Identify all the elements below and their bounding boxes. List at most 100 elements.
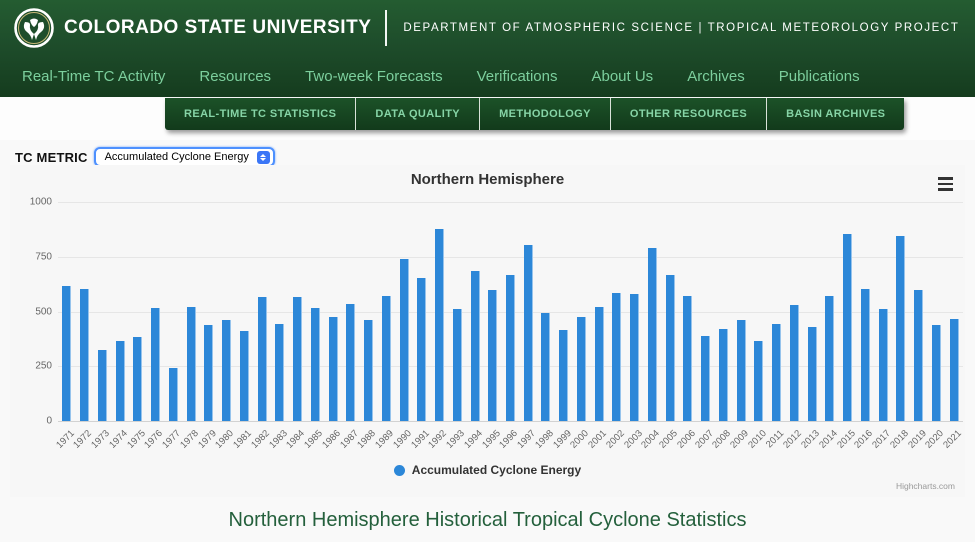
x-axis-label-1998: 1998 (533, 428, 556, 451)
bar-2014[interactable] (825, 295, 835, 421)
y-axis-label-1000: 1000 (29, 196, 52, 208)
bar-1993[interactable] (452, 308, 462, 421)
header-divider (385, 9, 388, 46)
bar-2017[interactable] (878, 308, 888, 421)
gridline-1000 (58, 202, 963, 203)
bar-1974[interactable] (115, 341, 125, 421)
x-axis-label-2014: 2014 (816, 428, 840, 451)
bar-2011[interactable] (772, 324, 782, 421)
bar-2006[interactable] (683, 296, 693, 421)
bar-1991[interactable] (417, 278, 427, 421)
bar-1978[interactable] (186, 306, 196, 421)
ace-chart: Northern Hemisphere 0 250 500 750 1000 1971 19… (10, 165, 965, 497)
bar-1986[interactable] (328, 316, 338, 421)
bar-2020[interactable] (931, 325, 941, 421)
x-axis-label-1973: 1973 (89, 428, 113, 451)
bar-2016[interactable] (860, 289, 870, 421)
bar-1980[interactable] (222, 320, 232, 421)
bar-1998[interactable] (541, 313, 551, 421)
bar-1989[interactable] (381, 295, 391, 421)
bar-1994[interactable] (470, 270, 480, 421)
bar-2005[interactable] (665, 275, 675, 421)
tc-metric-selected-value: Accumulated Cyclone Energy (104, 151, 249, 163)
bar-1975[interactable] (133, 336, 143, 421)
bar-2001[interactable] (594, 306, 604, 421)
nav-link-publications[interactable]: Publications (779, 68, 860, 85)
x-axis-label-1978: 1978 (178, 428, 201, 451)
bar-1973[interactable] (97, 350, 107, 421)
tab-basin-archives[interactable]: BASIN ARCHIVES (766, 98, 905, 130)
bar-2021[interactable] (949, 318, 959, 421)
bar-2002[interactable] (612, 293, 622, 421)
tc-metric-select[interactable]: Accumulated Cyclone Energy (93, 147, 275, 167)
x-axis-label-2006: 2006 (675, 428, 698, 451)
x-axis-label-2002: 2002 (604, 428, 627, 451)
gridline-0 (58, 421, 963, 422)
bar-2019[interactable] (914, 289, 924, 421)
tc-metric-label: TC METRIC (15, 149, 88, 165)
tab-block: REAL-TIME TC STATISTICS DATA QUALITY METHO… (165, 98, 905, 130)
x-axis-label-2009: 2009 (728, 428, 751, 451)
bar-1977[interactable] (168, 367, 178, 421)
bar-1992[interactable] (435, 228, 445, 421)
bar-2009[interactable] (736, 319, 746, 421)
tab-real-time-tc-statistics[interactable]: REAL-TIME TC STATISTICS (165, 98, 356, 130)
bar-1979[interactable] (204, 324, 214, 421)
chart-legend: Accumulated Cyclone Energy (10, 463, 965, 477)
nav-link-archives[interactable]: Archives (687, 68, 745, 85)
main-nav: Real-Time TC Activity Resources Two-week F… (0, 55, 975, 97)
chart-plot-area: 0 250 500 750 1000 1971 1972 1973 1974 1975 1976 19… (30, 197, 964, 451)
bar-1981[interactable] (239, 330, 249, 421)
x-axis-label-2017: 2017 (870, 428, 893, 451)
bar-1987[interactable] (346, 304, 356, 421)
x-axis-label-2020: 2020 (923, 428, 947, 451)
nav-link-resources[interactable]: Resources (199, 68, 271, 85)
select-stepper-icon (256, 150, 270, 164)
bar-2008[interactable] (718, 328, 728, 421)
nav-link-verifications[interactable]: Verifications (477, 68, 558, 85)
bar-2000[interactable] (576, 317, 586, 421)
bar-1985[interactable] (310, 307, 320, 421)
legend-item-ace[interactable]: Accumulated Cyclone Energy (393, 463, 581, 477)
bar-1971[interactable] (62, 285, 72, 421)
highcharts-credit[interactable]: Highcharts.com (896, 481, 955, 491)
bar-2018[interactable] (896, 235, 906, 421)
bar-2007[interactable] (701, 335, 711, 421)
bar-1988[interactable] (364, 320, 374, 421)
tab-strip: REAL-TIME TC STATISTICS DATA QUALITY METHO… (0, 97, 975, 140)
department-title: DEPARTMENT OF ATMOSPHERIC SCIENCE | TROP… (403, 21, 960, 34)
bar-1995[interactable] (488, 290, 498, 421)
bar-2010[interactable] (754, 340, 764, 421)
bar-1982[interactable] (257, 297, 267, 421)
x-axis-label-2001: 2001 (586, 428, 610, 451)
bar-2003[interactable] (630, 293, 640, 421)
bar-1983[interactable] (275, 323, 285, 421)
x-axis-label-1974: 1974 (107, 428, 130, 451)
tab-other-resources[interactable]: OTHER RESOURCES (609, 98, 767, 130)
bar-1999[interactable] (559, 329, 569, 421)
bar-1984[interactable] (293, 296, 303, 421)
nav-link-two-week-forecasts[interactable]: Two-week Forecasts (305, 68, 443, 85)
bar-1996[interactable] (506, 274, 515, 421)
bar-2015[interactable] (843, 234, 853, 421)
bar-1997[interactable] (523, 244, 533, 421)
x-axis-label-2013: 2013 (799, 428, 822, 451)
bar-2004[interactable] (647, 248, 657, 421)
x-axis-label-1985: 1985 (302, 428, 326, 451)
bar-1972[interactable] (80, 289, 90, 421)
csu-ram-logo (14, 7, 54, 48)
university-name: COLORADO STATE UNIVERSITY (64, 16, 372, 38)
nav-link-real-time-tc-activity[interactable]: Real-Time TC Activity (22, 68, 165, 85)
tab-methodology[interactable]: METHODOLOGY (479, 98, 610, 130)
x-axis-label-2005: 2005 (657, 428, 680, 451)
nav-link-about-us[interactable]: About Us (591, 68, 653, 85)
bar-2013[interactable] (807, 327, 817, 421)
x-axis-label-1994: 1994 (462, 428, 485, 451)
content-area: TC METRIC Accumulated Cyclone Energy Nor… (0, 140, 975, 542)
bar-1976[interactable] (151, 308, 161, 421)
bar-2012[interactable] (789, 304, 799, 421)
bar-1990[interactable] (399, 258, 409, 421)
chart-menu-hamburger-icon[interactable] (933, 174, 957, 194)
masthead: COLORADO STATE UNIVERSITY DEPARTMENT OF … (0, 0, 975, 97)
tab-data-quality[interactable]: DATA QUALITY (355, 98, 480, 130)
